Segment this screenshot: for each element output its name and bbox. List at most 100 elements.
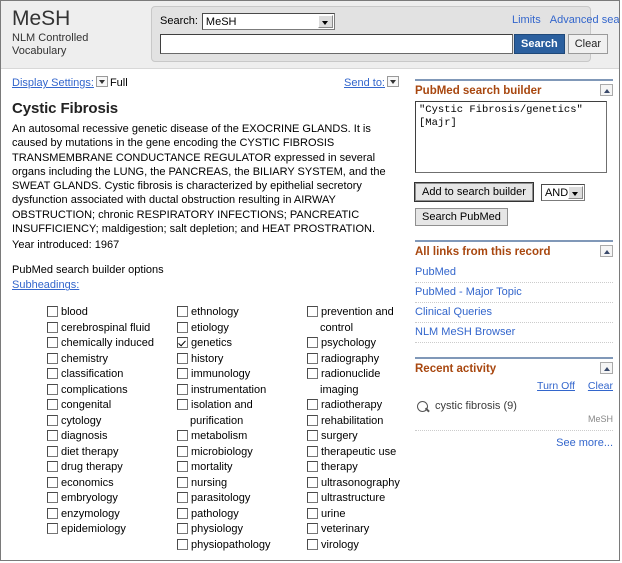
subheading-checkbox[interactable] [307,492,318,503]
subheading-item[interactable]: parasitology [177,491,309,507]
subheading-item[interactable]: psychology [307,336,415,352]
subheading-checkbox[interactable] [47,492,58,503]
subheading-checkbox[interactable] [307,477,318,488]
display-settings-group[interactable]: Display Settings:Full [12,76,128,89]
subheading-item[interactable]: ethnology [177,305,309,321]
subheading-item[interactable]: immunology [177,367,309,383]
subheading-item[interactable]: microbiology [177,445,309,461]
subheading-item[interactable]: ultrastructure [307,491,415,507]
subheading-checkbox[interactable] [47,430,58,441]
subheading-item[interactable]: virology [307,538,415,554]
record-link-row[interactable]: PubMed [415,263,613,283]
send-to-link[interactable]: Send to: [344,77,385,89]
subheading-checkbox[interactable] [177,492,188,503]
subheading-item[interactable]: prevention and control [307,305,415,336]
subheading-item[interactable]: metabolism [177,429,309,445]
subheading-checkbox[interactable] [47,508,58,519]
limits-link[interactable]: Limits [512,14,541,26]
clear-button[interactable]: Clear [568,34,608,54]
subheading-checkbox[interactable] [177,539,188,550]
subheading-item[interactable]: radiography [307,352,415,368]
subheading-item[interactable]: economics [47,476,179,492]
subheading-item[interactable]: cytology [47,414,179,430]
subheading-item[interactable]: complications [47,383,179,399]
subheading-item[interactable]: etiology [177,321,309,337]
subheading-item[interactable]: blood [47,305,179,321]
subheading-checkbox[interactable] [47,446,58,457]
subheading-item[interactable]: embryology [47,491,179,507]
subheading-checkbox[interactable] [47,399,58,410]
subheading-item[interactable]: therapy [307,460,415,476]
subheading-checkbox[interactable] [307,306,318,317]
subheading-item[interactable]: enzymology [47,507,179,523]
add-to-search-builder-button[interactable]: Add to search builder [415,183,533,201]
record-link-row[interactable]: PubMed - Major Topic [415,283,613,303]
subheading-checkbox[interactable] [47,368,58,379]
record-link-row[interactable]: Clinical Queries [415,303,613,323]
record-link[interactable]: PubMed [415,266,456,278]
subheading-checkbox[interactable] [177,322,188,333]
subheading-checkbox[interactable] [307,539,318,550]
subheading-checkbox[interactable] [177,477,188,488]
recent-activity-link[interactable]: cystic fibrosis (9) [435,400,517,412]
subheading-checkbox[interactable] [177,523,188,534]
subheading-checkbox[interactable] [177,430,188,441]
subheading-checkbox[interactable] [47,477,58,488]
chevron-down-icon[interactable] [96,76,108,87]
subheading-item[interactable]: chemically induced [47,336,179,352]
search-builder-textarea[interactable] [415,101,607,173]
subheading-checkbox[interactable] [47,461,58,472]
subheading-checkbox[interactable] [307,446,318,457]
record-link[interactable]: Clinical Queries [415,306,492,318]
subheading-item[interactable]: ultrasonography [307,476,415,492]
subheading-item[interactable]: radiotherapy [307,398,415,414]
subheading-checkbox[interactable] [47,415,58,426]
subheading-checkbox[interactable] [177,384,188,395]
subheading-checkbox[interactable] [307,353,318,364]
collapse-icon[interactable] [600,245,613,257]
subheading-checkbox[interactable] [177,399,188,410]
subheading-checkbox[interactable] [47,353,58,364]
display-settings-link[interactable]: Display Settings: [12,77,94,89]
subheading-item[interactable]: therapeutic use [307,445,415,461]
subheading-checkbox[interactable] [177,353,188,364]
recent-activity-item[interactable]: cystic fibrosis (9)MeSH [415,400,613,431]
subheading-item[interactable]: mortality [177,460,309,476]
subheading-item[interactable]: pathology [177,507,309,523]
subheading-item[interactable]: urine [307,507,415,523]
subheading-item[interactable]: nursing [177,476,309,492]
see-more-link[interactable]: See more... [556,437,613,449]
subheading-item[interactable]: chemistry [47,352,179,368]
chevron-down-icon[interactable] [387,76,399,87]
subheading-checkbox[interactable] [47,337,58,348]
subheading-checkbox[interactable] [307,368,318,379]
subheadings-link[interactable]: Subheadings: [12,279,79,291]
subheading-item[interactable]: diet therapy [47,445,179,461]
subheading-item[interactable]: surgery [307,429,415,445]
subheading-item[interactable]: genetics [177,336,309,352]
subheading-checkbox[interactable] [307,523,318,534]
subheading-checkbox[interactable] [307,399,318,410]
subheading-checkbox[interactable] [307,461,318,472]
subheading-item[interactable]: congenital [47,398,179,414]
subheading-checkbox[interactable] [47,306,58,317]
subheading-item[interactable]: diagnosis [47,429,179,445]
search-button[interactable]: Search [514,34,565,54]
record-link[interactable]: NLM MeSH Browser [415,326,515,338]
subheading-item[interactable]: isolation and purification [177,398,309,429]
subheading-checkbox[interactable] [307,508,318,519]
subheading-checkbox[interactable] [177,446,188,457]
subheading-checkbox[interactable] [47,384,58,395]
subheading-item[interactable]: rehabilitation [307,414,415,430]
turn-off-link[interactable]: Turn Off [537,380,575,392]
collapse-icon[interactable] [600,362,613,374]
subheading-checkbox[interactable] [177,461,188,472]
subheading-checkbox[interactable] [47,322,58,333]
subheading-item[interactable]: physiology [177,522,309,538]
search-input[interactable] [160,34,513,54]
site-logo[interactable]: MeSH NLM Controlled Vocabulary [12,7,142,58]
send-to-group[interactable]: Send to: [344,76,401,89]
database-select[interactable]: MeSH [202,13,335,30]
subheading-checkbox[interactable] [307,415,318,426]
subheading-item[interactable]: epidemiology [47,522,179,538]
